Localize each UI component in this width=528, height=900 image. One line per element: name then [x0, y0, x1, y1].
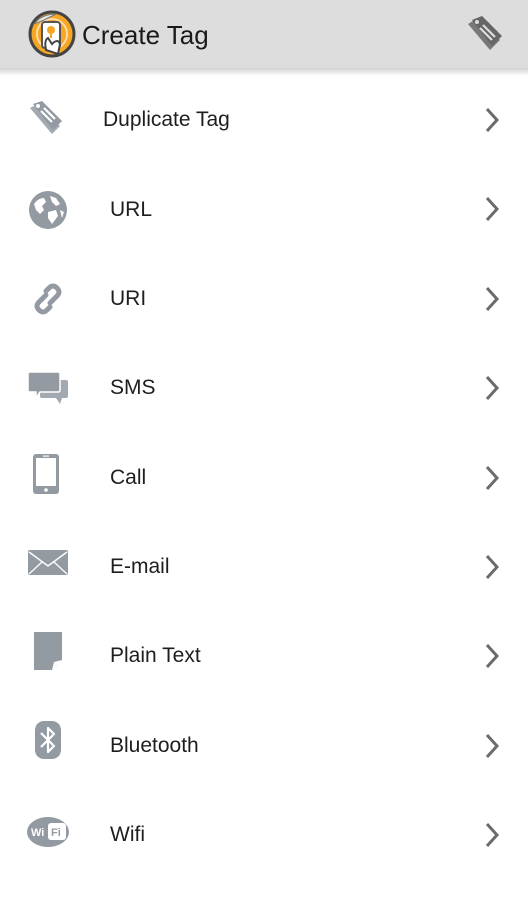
list-item-label: E-mail: [110, 554, 170, 578]
chevron-right-icon: [482, 641, 502, 671]
chevron-right-icon: [482, 731, 502, 761]
list-item-call[interactable]: Call: [0, 434, 528, 523]
tag-icon: [26, 98, 70, 142]
phone-icon: [30, 452, 74, 496]
chevron-right-icon: [482, 820, 502, 850]
chat-bubbles-icon: [26, 366, 70, 410]
list-item-label: Call: [110, 465, 147, 489]
list-item-bluetooth[interactable]: Bluetooth: [0, 702, 528, 791]
chevron-right-icon: [482, 105, 502, 135]
wifi-icon: Wi Fi: [26, 815, 70, 859]
list-item-email[interactable]: E-mail: [0, 523, 528, 612]
chevron-right-icon: [482, 552, 502, 582]
link-icon: [26, 277, 70, 321]
chevron-right-icon: [482, 284, 502, 314]
chevron-right-icon: [482, 463, 502, 493]
action-bar: Create Tag: [0, 0, 528, 68]
list-item-plain-text[interactable]: Plain Text: [0, 612, 528, 701]
list-item-label: Wifi: [110, 823, 145, 847]
list-item-label: URI: [110, 286, 147, 310]
list-item-uri[interactable]: URI: [0, 255, 528, 344]
list-item-label: Duplicate Tag: [103, 108, 230, 131]
list-item-duplicate-tag[interactable]: Duplicate Tag: [0, 76, 528, 165]
app-logo-icon[interactable]: [28, 10, 76, 58]
globe-icon: [26, 188, 70, 232]
svg-text:Wi: Wi: [31, 827, 44, 839]
list-item-wifi[interactable]: Wi Fi Wifi: [0, 791, 528, 880]
action-bar-shadow: [0, 68, 528, 76]
svg-text:Fi: Fi: [51, 827, 61, 839]
page-title: Create Tag: [82, 20, 209, 50]
list-item-sms[interactable]: SMS: [0, 344, 528, 433]
create-tag-list: Duplicate Tag URL URI SMS Call E-mail Pl…: [0, 76, 528, 881]
list-item-label: Plain Text: [110, 644, 201, 668]
envelope-icon: [26, 547, 70, 591]
chevron-right-icon: [482, 194, 502, 224]
list-item-label: Bluetooth: [110, 733, 199, 757]
chevron-right-icon: [482, 373, 502, 403]
bluetooth-icon: [34, 720, 78, 764]
document-icon: [32, 630, 76, 674]
list-item-url[interactable]: URL: [0, 165, 528, 254]
list-item-label: URL: [110, 198, 153, 222]
list-item-label: SMS: [110, 376, 156, 400]
tag-icon[interactable]: [464, 14, 504, 54]
